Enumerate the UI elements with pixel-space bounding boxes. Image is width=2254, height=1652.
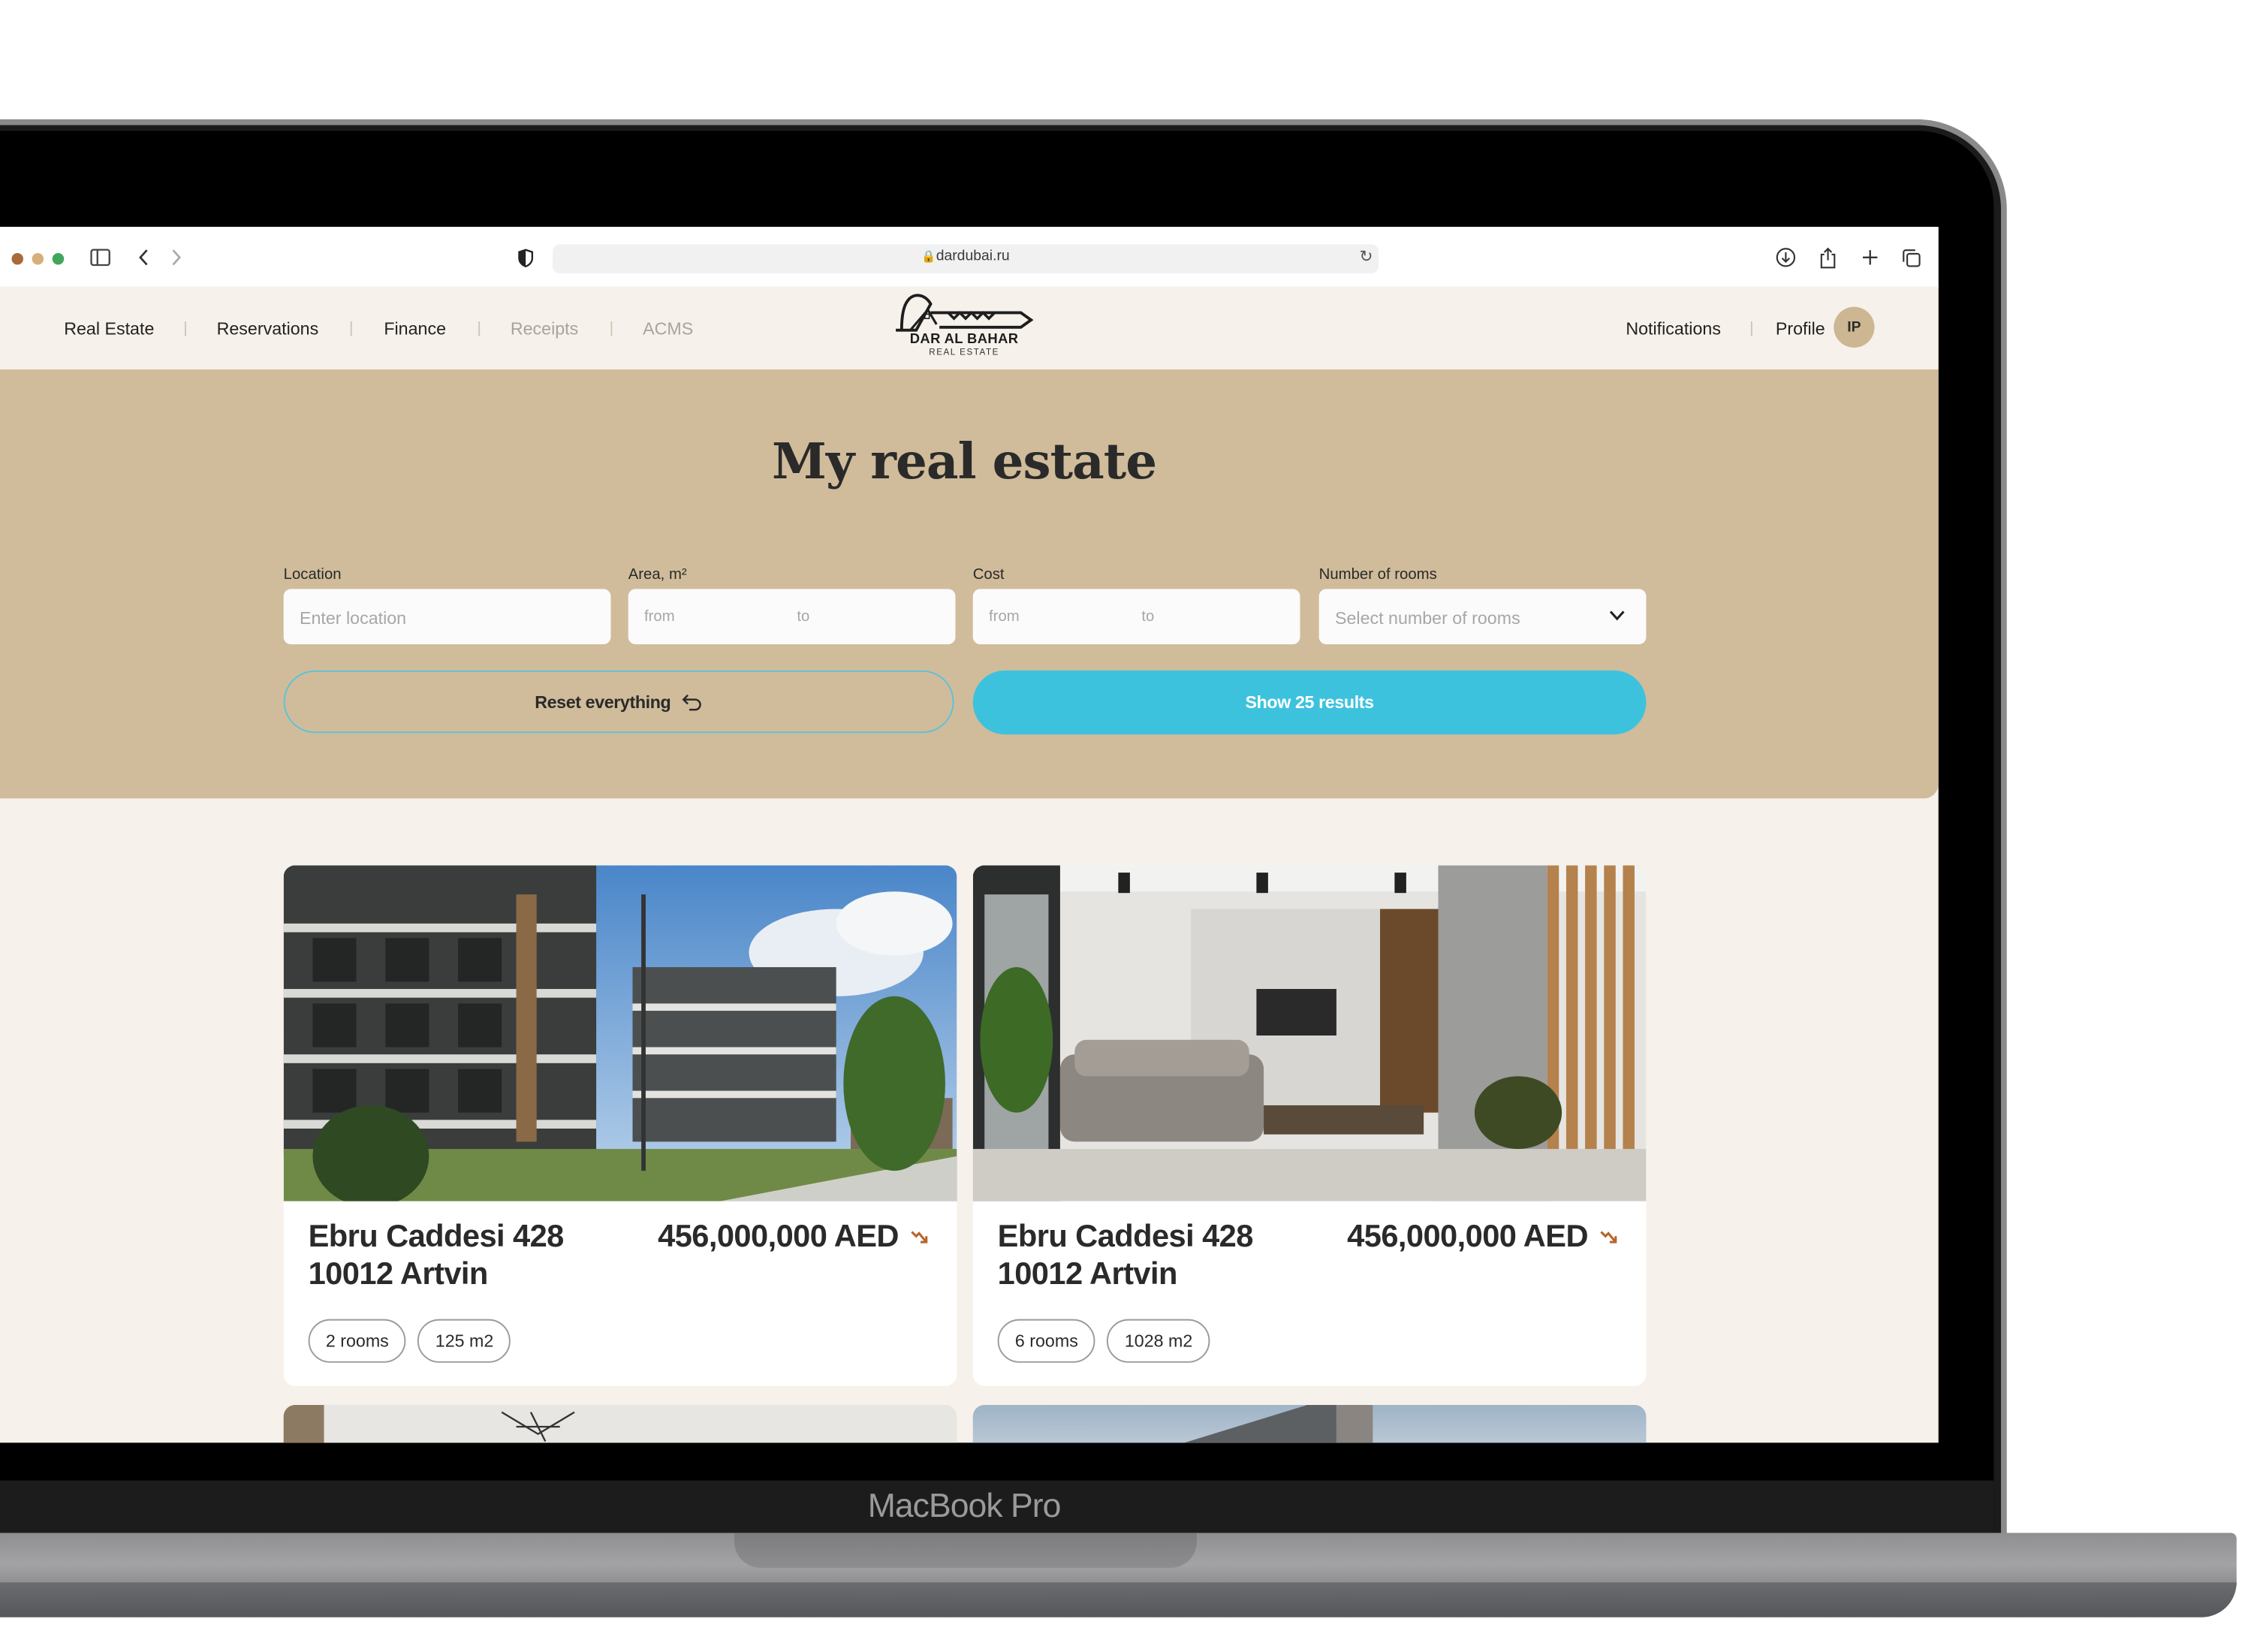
listing-address: Ebru Caddesi 428 10012 Artvin [308, 1219, 565, 1292]
share-icon[interactable] [1815, 244, 1841, 270]
listing-card-partial[interactable] [283, 1404, 957, 1443]
listing-card[interactable]: Ebru Caddesi 428 10012 Artvin 456,000,00… [283, 865, 957, 1386]
laptop-opening-notch [734, 1533, 1197, 1568]
new-tab-icon[interactable] [1857, 244, 1883, 270]
cost-label: Cost [972, 565, 1005, 583]
nav-divider [478, 321, 481, 336]
nav-divider [350, 321, 352, 336]
area-to-input[interactable]: to [797, 608, 809, 626]
nav-acms[interactable]: ACMS [643, 318, 693, 339]
show-results-label: Show 25 results [1245, 692, 1375, 713]
window-close-button[interactable] [11, 253, 23, 265]
listing-price: 456,000,000 AED [658, 1219, 899, 1254]
nav-real-estate[interactable]: Real Estate [64, 318, 154, 339]
chevron-down-icon [1609, 610, 1625, 621]
nav-divider [184, 321, 186, 336]
address-bar-url: 🔒dardubai.ru [921, 249, 1010, 265]
listing-tags: 6 rooms 1028 m2 [997, 1319, 1210, 1363]
laptop-base-bottom [0, 1582, 2237, 1617]
reset-filters-label: Reset everything [535, 691, 671, 713]
listing-address: Ebru Caddesi 428 10012 Artvin [997, 1219, 1254, 1292]
browser-toolbar: 🔒dardubai.ru ↻ [0, 227, 1939, 288]
device-model-label: MacBook Pro [867, 1486, 1062, 1524]
window-zoom-button[interactable] [52, 253, 65, 265]
nav-notifications[interactable]: Notifications [1626, 318, 1721, 339]
location-placeholder: Enter location [299, 607, 407, 629]
area-tag: 1028 m2 [1107, 1319, 1210, 1363]
nav-finance[interactable]: Finance [384, 318, 446, 339]
undo-icon [682, 693, 702, 710]
sidebar-icon[interactable] [87, 244, 113, 270]
logo-title: DAR AL BAHAR [909, 331, 1019, 348]
forward-icon[interactable] [163, 244, 189, 270]
location-input[interactable]: Enter location [283, 589, 611, 645]
nav-receipts[interactable]: Receipts [511, 318, 578, 339]
rooms-label: Number of rooms [1318, 565, 1437, 583]
house-key-logo-icon [896, 294, 1034, 332]
address-bar[interactable]: 🔒dardubai.ru ↻ [552, 244, 1379, 274]
filter-panel: My real estate Location Enter location A… [0, 369, 1939, 799]
trend-down-icon [911, 1231, 928, 1244]
site-header: Real Estate Reservations Finance Receipt… [0, 286, 1939, 369]
listing-card-partial[interactable] [972, 1404, 1647, 1443]
rooms-tag: 2 rooms [308, 1319, 407, 1363]
lock-icon: 🔒 [921, 250, 936, 264]
cost-to-input[interactable]: to [1141, 608, 1154, 626]
nav-divider [610, 321, 613, 336]
shield-icon[interactable] [512, 244, 538, 270]
reset-filters-button[interactable]: Reset everything [283, 670, 954, 734]
listing-price: 456,000,000 AED [1347, 1219, 1588, 1254]
area-tag: 125 m2 [417, 1319, 511, 1363]
cost-from-input[interactable]: from [989, 608, 1020, 626]
download-icon[interactable] [1773, 244, 1799, 270]
back-icon[interactable] [131, 244, 157, 270]
location-label: Location [283, 565, 342, 583]
trend-down-icon [1600, 1231, 1617, 1244]
listing-photo-interior [972, 865, 1647, 1201]
logo-subtitle: REAL ESTATE [929, 348, 999, 358]
reload-icon[interactable]: ↻ [1359, 247, 1373, 266]
nav-divider [1750, 321, 1752, 336]
area-label: Area, m² [628, 565, 687, 583]
area-from-input[interactable]: from [644, 608, 675, 626]
listing-photo-building [283, 865, 957, 1201]
rooms-placeholder: Select number of rooms [1334, 607, 1520, 629]
brand-logo[interactable]: DAR AL BAHAR REAL ESTATE [890, 292, 1038, 365]
nav-reservations[interactable]: Reservations [217, 318, 319, 339]
tabs-overview-icon[interactable] [1898, 244, 1924, 270]
listing-card[interactable]: Ebru Caddesi 428 10012 Artvin 456,000,00… [972, 865, 1647, 1386]
stage: MacBook Pro 🔒dardubai.ru ↻ Real Estate R… [0, 0, 2254, 1652]
area-range-input: from to [628, 589, 956, 645]
building-photo [1184, 1404, 1373, 1443]
chandelier-photo [501, 1411, 575, 1442]
nav-profile[interactable]: Profile [1776, 318, 1825, 339]
listing-tags: 2 rooms 125 m2 [308, 1319, 511, 1363]
page-title: My real estate [772, 433, 1157, 492]
window-minimize-button[interactable] [32, 253, 44, 265]
cost-range-input: from to [972, 589, 1300, 645]
rooms-tag: 6 rooms [997, 1319, 1096, 1363]
avatar[interactable]: IP [1834, 306, 1875, 348]
show-results-button[interactable]: Show 25 results [972, 670, 1647, 735]
rooms-select[interactable]: Select number of rooms [1318, 589, 1647, 645]
browser-screen: 🔒dardubai.ru ↻ Real Estate Reservations [0, 227, 1939, 1443]
